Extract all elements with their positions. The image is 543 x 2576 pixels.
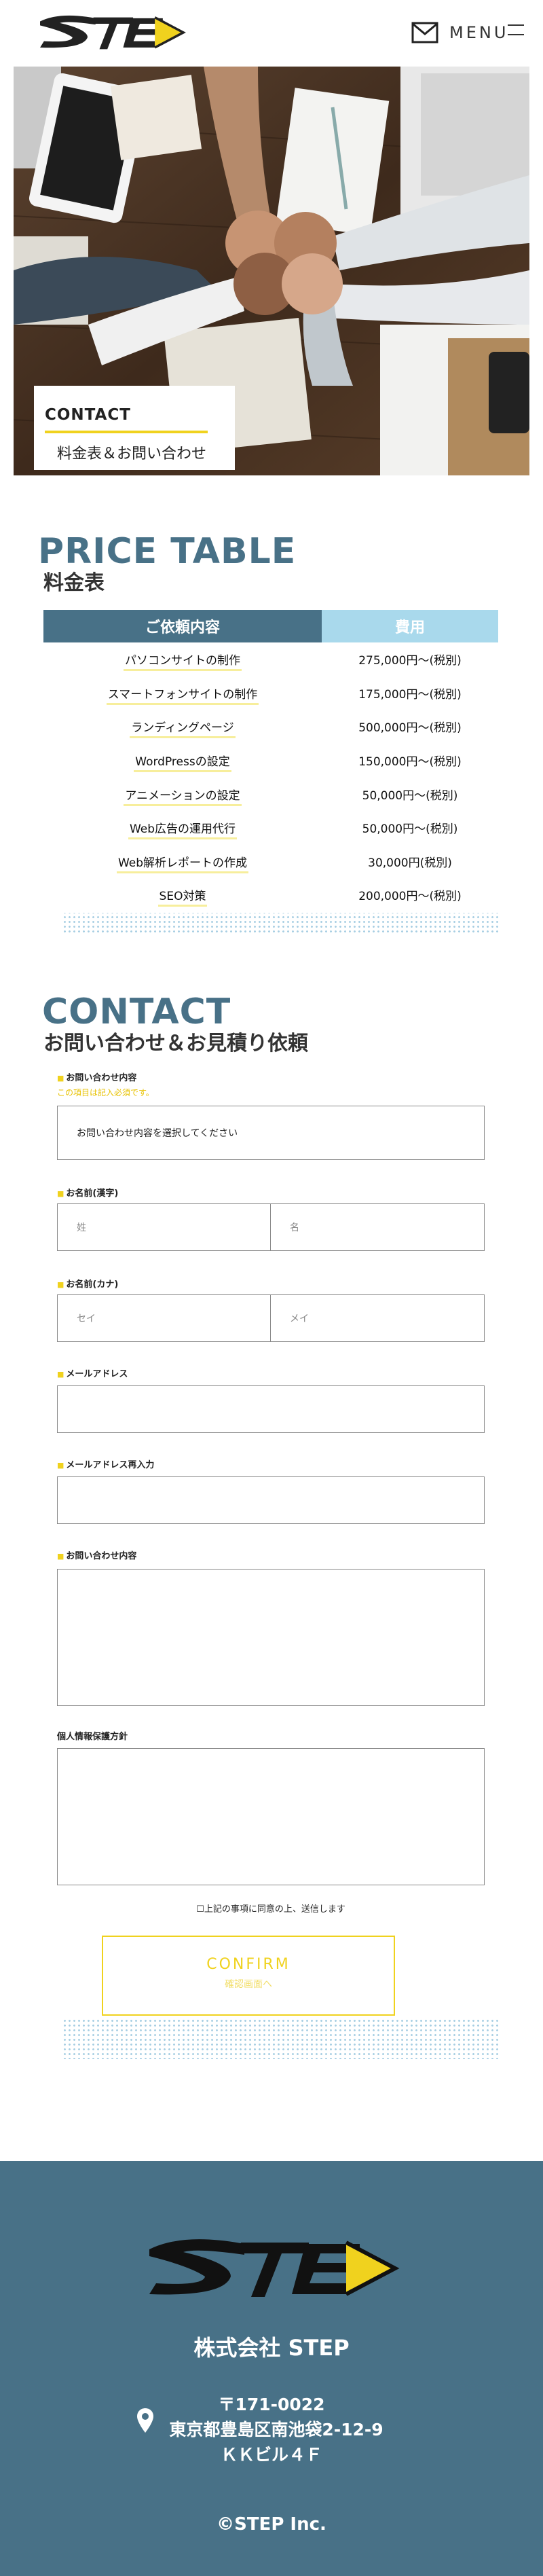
email-confirm-label: ■ メールアドレス再入力 [57, 1457, 154, 1470]
footer-address-line1: 東京都豊島区南池袋2-12-9 [169, 2420, 383, 2439]
footer-copyright: ©STEP Inc. [217, 2514, 326, 2535]
footer-address-line2: ＫＫビル４Ｆ [220, 2445, 322, 2465]
hero-caption-ja: 料金表＆お問い合わせ [57, 446, 207, 462]
price-header-item: ご依頼内容 [43, 610, 322, 642]
step-logo[interactable] [35, 10, 187, 57]
inquiry-type-label: ■ お問い合わせ内容 [57, 1070, 136, 1083]
privacy-policy-box[interactable] [57, 1748, 485, 1885]
hero-image: CONTACT 料金表＆お問い合わせ [14, 67, 529, 475]
table-row: SEO対策 200,000円〜(税別) [43, 878, 498, 912]
email-confirm-label-text: メールアドレス再入力 [66, 1460, 155, 1470]
last-name-input[interactable]: 姓 [57, 1203, 272, 1251]
message-label-text: お問い合わせ内容 [66, 1551, 137, 1561]
price-value: 150,000円〜(税別) [358, 755, 462, 769]
required-note: この項目は記入必須です。 [57, 1088, 154, 1097]
hamburger-icon[interactable] [508, 24, 524, 38]
last-kana-input[interactable]: セイ [57, 1294, 272, 1342]
hero-caption: CONTACT 料金表＆お問い合わせ [34, 386, 235, 470]
email-input[interactable] [57, 1385, 485, 1433]
price-section-title: PRICE TABLE 料金表 [38, 534, 296, 594]
required-mark: ■ [57, 1552, 64, 1561]
contact-section-title: CONTACT お問い合わせ＆お見積り依頼 [42, 994, 308, 1054]
price-value: 200,000円〜(税別) [358, 890, 462, 904]
first-kana-input[interactable]: メイ [270, 1294, 485, 1342]
price-value: 275,000円〜(税別) [358, 654, 462, 668]
name-kanji-label-text: お名前(漢字) [66, 1189, 119, 1199]
contact-form: ■ お問い合わせ内容 この項目は記入必須です。 お問い合わせ内容を選択してください… [43, 1059, 498, 2017]
step-logo-footer[interactable] [143, 2229, 400, 2310]
required-mark: ■ [57, 1370, 64, 1379]
table-row: Web解析レポートの作成 30,000円(税別) [43, 845, 498, 879]
confirm-button-label: CONFIRM [206, 1956, 291, 1973]
price-item: Web解析レポートの作成 [116, 856, 249, 873]
email-confirm-input[interactable] [57, 1476, 485, 1524]
table-row: パソコンサイトの制作 275,000円〜(税別) [43, 642, 498, 676]
menu-label[interactable]: MENU [449, 23, 508, 42]
price-item: SEO対策 [157, 890, 208, 907]
price-value: 50,000円〜(税別) [362, 788, 458, 803]
price-header-cost: 費用 [322, 610, 498, 642]
footer-company-name: 株式会社 STEP [193, 2335, 350, 2361]
confirm-button[interactable]: CONFIRM 確認画面へ [102, 1936, 395, 2016]
price-item: スマートフォンサイトの制作 [106, 687, 259, 705]
price-item: Web広告の運用代行 [128, 822, 238, 840]
footer-postal: 〒171-0022 [218, 2395, 325, 2414]
table-row: ランディングページ 500,000円〜(税別) [43, 710, 498, 744]
name-kana-label: ■ お名前(カナ) [57, 1277, 118, 1290]
inquiry-type-select[interactable]: お問い合わせ内容を選択してください [57, 1106, 485, 1160]
email-label: ■ メールアドレス [57, 1366, 128, 1379]
message-textarea[interactable] [57, 1569, 485, 1706]
table-row: WordPressの設定 150,000円〜(税別) [43, 744, 498, 778]
price-title-en: PRICE TABLE [38, 531, 297, 572]
hero-caption-en: CONTACT [45, 406, 131, 424]
price-item: アニメーションの設定 [124, 788, 242, 806]
price-value: 175,000円〜(税別) [358, 687, 462, 702]
name-kana-label-text: お名前(カナ) [66, 1280, 119, 1290]
hero-caption-underline [45, 431, 208, 433]
table-row: Web広告の運用代行 50,000円〜(税別) [43, 811, 498, 845]
inquiry-type-label-text: お問い合わせ内容 [66, 1073, 137, 1083]
price-table: ご依頼内容 費用 パソコンサイトの制作 275,000円〜(税別) スマートフォ… [43, 610, 498, 913]
price-value: 30,000円(税別) [368, 856, 452, 870]
price-table-header: ご依頼内容 費用 [43, 610, 498, 642]
page: MENU CONTACT 料金表＆お問い合わせ PRICE TABLE 料金表 … [0, 0, 543, 2576]
footer-address: 〒171-0022 東京都豊島区南池袋2-12-9 ＫＫビル４Ｆ [0, 2392, 543, 2467]
site-header: MENU [0, 0, 543, 67]
agree-checkbox[interactable]: ☐上記の事項に同意の上、送信します [43, 1902, 498, 1915]
table-row: アニメーションの設定 50,000円〜(税別) [43, 777, 498, 811]
required-mark: ■ [57, 1280, 64, 1289]
price-title-ja: 料金表 [43, 571, 105, 595]
first-name-input[interactable]: 名 [270, 1203, 485, 1251]
confirm-button-sublabel: 確認画面へ [225, 1979, 272, 1990]
price-item: ランディングページ [130, 721, 236, 739]
message-label: ■ お問い合わせ内容 [57, 1548, 136, 1561]
price-value: 500,000円〜(税別) [358, 721, 462, 736]
price-value: 50,000円〜(税別) [362, 822, 458, 837]
price-item: WordPressの設定 [134, 755, 231, 773]
contact-title-en: CONTACT [42, 992, 231, 1032]
required-mark: ■ [57, 1189, 64, 1198]
table-row: スマートフォンサイトの制作 175,000円〜(税別) [43, 676, 498, 710]
required-mark: ■ [57, 1074, 64, 1083]
price-item: パソコンサイトの制作 [124, 654, 242, 672]
name-kanji-label: ■ お名前(漢字) [57, 1186, 118, 1199]
required-mark: ■ [57, 1461, 64, 1470]
site-footer: 株式会社 STEP 〒171-0022 東京都豊島区南池袋2-12-9 ＫＫビル… [0, 2161, 543, 2576]
mail-icon[interactable] [411, 22, 438, 43]
email-label-text: メールアドレス [66, 1369, 128, 1379]
contact-title-ja: お問い合わせ＆お見積り依頼 [43, 1032, 308, 1055]
privacy-policy-label: 個人情報保護方針 [57, 1732, 128, 1742]
